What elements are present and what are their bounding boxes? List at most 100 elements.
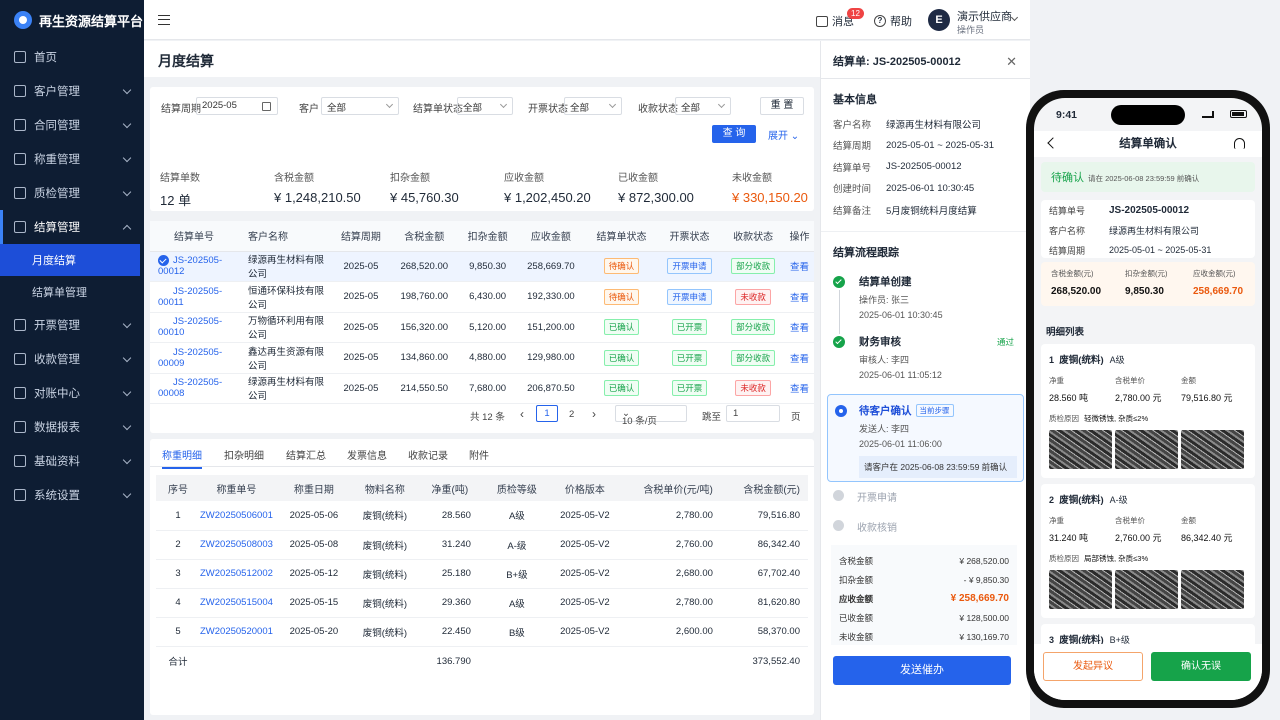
period-label: 结算周期 — [161, 104, 201, 115]
table-row[interactable]: 4 ZW20250515004 2025-05-15 废铜(统料) 29.360 A级 20… — [156, 588, 808, 618]
tax-cell: 214,550.50 — [389, 373, 459, 404]
scrap-photo[interactable] — [1181, 570, 1244, 609]
sum-amount: 373,552.40 — [752, 655, 800, 667]
expand-link[interactable]: 展开 ⌄ — [768, 127, 799, 142]
step-time: 2025-06-01 11:05:12 — [859, 369, 942, 380]
sidebar-item-invoice[interactable]: 开票管理 — [0, 308, 144, 342]
pager-page-2[interactable]: 2 — [569, 409, 574, 420]
info-label: 创建时间 — [833, 184, 872, 196]
settlement-no-link[interactable]: JS-202505-00010 — [158, 316, 222, 338]
payment-select[interactable]: 全部 — [675, 97, 731, 115]
weigh-no-link[interactable]: ZW20250508003 — [200, 539, 273, 550]
sidebar-item-reports[interactable]: 数据报表 — [0, 410, 144, 444]
step-badge: 通过 — [996, 336, 1014, 347]
sidebar-item-payment[interactable]: 收款管理 — [0, 342, 144, 376]
pager-next[interactable]: › — [592, 407, 596, 421]
settlement-no-link[interactable]: JS-202505-00008 — [158, 377, 222, 399]
avatar[interactable]: E — [928, 9, 950, 31]
table-row[interactable]: JS-202505-00010 万物循环利用有限公司 2025-05 156,320.… — [150, 312, 814, 343]
reset-button[interactable]: 重 置 — [760, 97, 804, 115]
scrap-photo[interactable] — [1181, 430, 1244, 469]
status-select[interactable]: 全部 — [457, 97, 513, 115]
customer-select[interactable]: 全部 — [321, 97, 399, 115]
settlement-no-link[interactable]: JS-202505-00009 — [158, 347, 222, 369]
tab-deduction[interactable]: 扣杂明细 — [224, 447, 264, 462]
sidebar-subitem-settlement-list[interactable]: 结算单管理 — [0, 276, 144, 308]
weigh-no-link[interactable]: ZW20250520001 — [200, 626, 273, 637]
sidebar-item-settlement[interactable]: 结算管理 — [0, 210, 144, 244]
view-link[interactable]: 查看 — [790, 293, 809, 304]
info-value: JS-202505-00012 — [886, 161, 962, 173]
item-price-label: 含税单价 — [1115, 516, 1145, 525]
tab-payment-records[interactable]: 收款记录 — [408, 447, 448, 462]
help-button[interactable]: ? 帮助 — [874, 13, 912, 29]
step-time: 2025-06-01 11:06:00 — [859, 438, 942, 449]
table-row[interactable]: 3 ZW20250512002 2025-05-12 废铜(统料) 25.180 B+级 2… — [156, 559, 808, 589]
dispute-button[interactable]: 发起异议 — [1043, 652, 1143, 681]
table-row[interactable]: 1 ZW20250506001 2025-05-06 废铜(统料) 28.560 A级 20… — [156, 501, 808, 531]
tab-summary[interactable]: 结算汇总 — [286, 447, 326, 462]
scrap-photo[interactable] — [1049, 430, 1112, 469]
table-row[interactable]: JS-202505-00011 恒通环保科技有限公司 2025-05 198,760.… — [150, 281, 814, 313]
pager-prev[interactable]: ‹ — [520, 407, 524, 421]
view-link[interactable]: 查看 — [790, 323, 809, 334]
table-row[interactable]: 5 ZW20250520001 2025-05-20 废铜(统料) 22.450 B级 20… — [156, 617, 808, 647]
tab-invoice-info[interactable]: 发票信息 — [347, 447, 387, 462]
item-amount-label: 金额 — [1181, 376, 1196, 385]
sidebar-item-reconcile[interactable]: 对账中心 — [0, 376, 144, 410]
tab-attachments[interactable]: 附件 — [469, 447, 489, 462]
headset-icon[interactable] — [1234, 138, 1245, 149]
sum-net: 136.790 — [436, 655, 471, 667]
close-icon[interactable]: ✕ — [1006, 54, 1017, 70]
table-row[interactable]: JS-202505-00009 鑫达再生资源有限公司 2025-05 134,860.… — [150, 342, 814, 374]
weigh-no-link[interactable]: ZW20250512002 — [200, 568, 273, 579]
tax-cell: 134,860.00 — [389, 342, 459, 374]
period-picker[interactable]: 2025-05 — [196, 97, 278, 115]
pager-goto-input[interactable]: 1 — [726, 405, 780, 422]
grade-cell: A级 — [484, 588, 549, 618]
user-name[interactable]: 演示供应商 — [957, 8, 1012, 24]
weigh-no-link[interactable]: ZW20250506001 — [200, 510, 273, 521]
confirm-button[interactable]: 确认无误 — [1151, 652, 1251, 681]
scrap-photo[interactable] — [1115, 570, 1178, 609]
sidebar-item-basedata[interactable]: 基础资料 — [0, 444, 144, 478]
sidebar-item-quality[interactable]: 质检管理 — [0, 176, 144, 210]
sidebar-item-contracts[interactable]: 合同管理 — [0, 108, 144, 142]
sidebar-item-weighing[interactable]: 称重管理 — [0, 142, 144, 176]
phone-item-2[interactable]: 2 废铜(统料) A-级 净重 31.240 吨 含税单价 2,760.00 元 金额… — [1041, 484, 1255, 618]
settlement-no-link[interactable]: JS-202505-00011 — [158, 286, 222, 308]
summary-stats: 结算单数 12 单 含税金额 ¥ 1,248,210.50 扣杂金额 ¥ 45,760… — [150, 161, 814, 211]
scrap-photo[interactable] — [1049, 570, 1112, 609]
view-link[interactable]: 查看 — [790, 354, 809, 365]
amount-row: 未收金额 ¥ 130,169.70 — [839, 627, 1009, 646]
pager-page-1[interactable]: 1 — [536, 405, 558, 422]
invoice-select[interactable]: 全部 — [564, 97, 622, 115]
page-size-select[interactable]: 10 条/页 ⌄ — [615, 405, 687, 427]
weigh-no-link[interactable]: ZW20250515004 — [200, 597, 273, 608]
tab-weighing[interactable]: 称重明细 — [162, 447, 202, 469]
query-button[interactable]: 查 询 — [712, 125, 756, 143]
date-cell: 2025-05-20 — [272, 617, 355, 647]
send-reminder-button[interactable]: 发送催办 — [833, 656, 1011, 685]
view-link[interactable]: 查看 — [790, 384, 809, 395]
sidebar-item-settings[interactable]: 系统设置 — [0, 478, 144, 512]
customer-cell: 万物循环利用有限公司 — [238, 312, 332, 343]
info-value: 2025-05-01 ~ 2025-05-31 — [886, 139, 995, 151]
table-row[interactable]: JS-202505-00012 绿源再生材料有限公司 2025-05 268,520.… — [150, 251, 814, 282]
phone-item-1[interactable]: 1 废铜(统料) A级 净重 28.560 吨 含税单价 2,780.00 元 金额 7… — [1041, 344, 1255, 478]
view-link[interactable]: 查看 — [790, 262, 809, 273]
sidebar-item-home[interactable]: 首页 — [0, 40, 144, 74]
chevron-down-icon[interactable] — [1010, 13, 1019, 22]
chart-icon — [14, 421, 26, 433]
sidebar-subitem-monthly[interactable]: 月度结算 — [0, 244, 140, 276]
settlement-drawer: 结算单: JS-202505-00012 ✕ 基本信息 客户名称 绿源再生材料有限公… — [820, 41, 1030, 720]
table-row[interactable]: 2 ZW20250508003 2025-05-08 废铜(统料) 31.240 A-级 2… — [156, 530, 808, 560]
version-cell: 2025-05-V2 — [548, 501, 621, 531]
table-row[interactable]: JS-202505-00008 绿源再生材料有限公司 2025-05 214,550.… — [150, 373, 814, 404]
payment-badge: 未收款 — [735, 380, 771, 397]
scrap-photo[interactable] — [1115, 430, 1178, 469]
sidebar-item-customers[interactable]: 客户管理 — [0, 74, 144, 108]
menu-icon[interactable] — [158, 15, 170, 25]
payment-label: 收款状态 — [638, 104, 678, 115]
invoice-badge: 已开票 — [671, 380, 708, 397]
